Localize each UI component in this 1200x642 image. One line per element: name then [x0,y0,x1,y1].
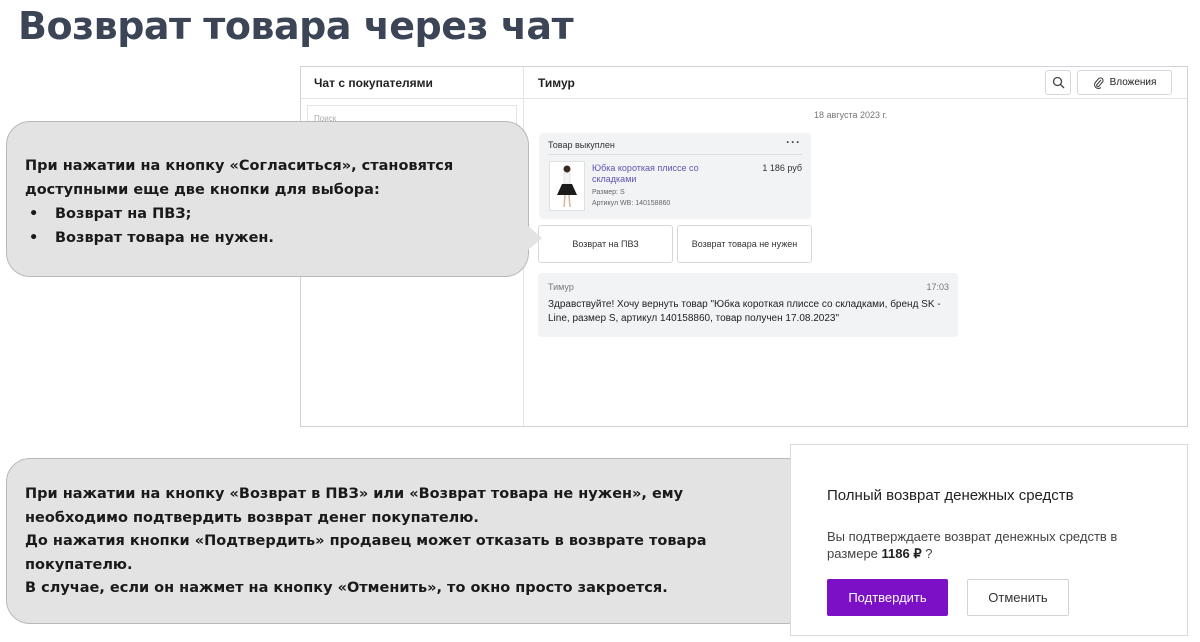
callout-line: При нажатии на кнопку «Согласиться», ста… [25,158,454,174]
callout-bullet: Возврат товара не нужен. [25,226,510,250]
search-button[interactable] [1045,70,1071,95]
return-not-needed-button[interactable]: Возврат товара не нужен [677,225,812,263]
dialog-text-prefix: Вы подтверждаете возврат денежных средст… [827,529,1118,561]
dialog-text-suffix: ? [921,546,933,561]
message-time: 17:03 [926,282,949,292]
order-card: Товар выкуплен ··· Юбка короткая плиссе … [539,133,811,219]
paperclip-icon [1093,77,1104,89]
divider [548,154,802,155]
chat-main: Тимур Вложения 18 августа 2023 г. Товар … [524,67,1187,426]
callout-line: До нажатия кнопки «Подтвердить» продавец… [25,533,707,549]
cancel-button[interactable]: Отменить [967,579,1069,616]
product-price: 1 186 руб [762,163,802,173]
callout-refund-info: При нажатии на кнопку «Возврат в ПВЗ» ил… [6,458,824,624]
confirm-button[interactable]: Подтвердить [827,579,948,616]
callout-line: В случае, если он нажмет на кнопку «Отме… [25,580,668,596]
refund-dialog: Полный возврат денежных средств Вы подтв… [790,444,1188,636]
refund-amount: 1186 ₽ [881,546,922,561]
search-icon [1052,76,1064,89]
more-icon[interactable]: ··· [786,135,801,149]
dialog-title: Полный возврат денежных средств [827,487,1074,504]
callout-line: При нажатии на кнопку «Возврат в ПВЗ» ил… [25,486,684,502]
product-name-link[interactable]: Юбка короткая плиссе со складками [592,163,722,185]
slide-title: Возврат товара через чат [18,4,574,48]
dialog-text: Вы подтверждаете возврат денежных средст… [827,528,1157,562]
sidebar-title: Чат с покупателями [301,67,523,99]
callout-line: доступными еще две кнопки для выбора: [25,182,380,198]
message-author: Тимур [548,282,574,292]
product-article: Артикул WB: 140158860 [592,200,671,207]
callout-line: покупателю. [25,556,133,573]
attachments-button[interactable]: Вложения [1077,70,1172,95]
order-status: Товар выкуплен [548,140,615,150]
callout-bullet: Возврат на ПВЗ; [25,202,510,226]
product-size: Размер: S [592,189,625,196]
callout-agree-info: При нажатии на кнопку «Согласиться», ста… [6,121,542,277]
chat-header: Тимур Вложения [524,67,1187,99]
product-figure-icon [557,165,577,208]
chat-user-name: Тимур [538,76,575,90]
callout-bullet-list: Возврат на ПВЗ; Возврат товара не нужен. [25,202,510,250]
message-text: Здравствуйте! Хочу вернуть товар "Юбка к… [548,299,941,324]
attachments-label: Вложения [1109,77,1157,88]
date-separator: 18 августа 2023 г. [814,110,888,120]
callout-line: необходимо подтвердить возврат денег пок… [25,509,479,526]
product-image[interactable] [549,161,585,211]
chat-message: Тимур 17:03 Здравствуйте! Хочу вернуть т… [538,273,958,337]
return-pvz-button[interactable]: Возврат на ПВЗ [538,225,673,263]
